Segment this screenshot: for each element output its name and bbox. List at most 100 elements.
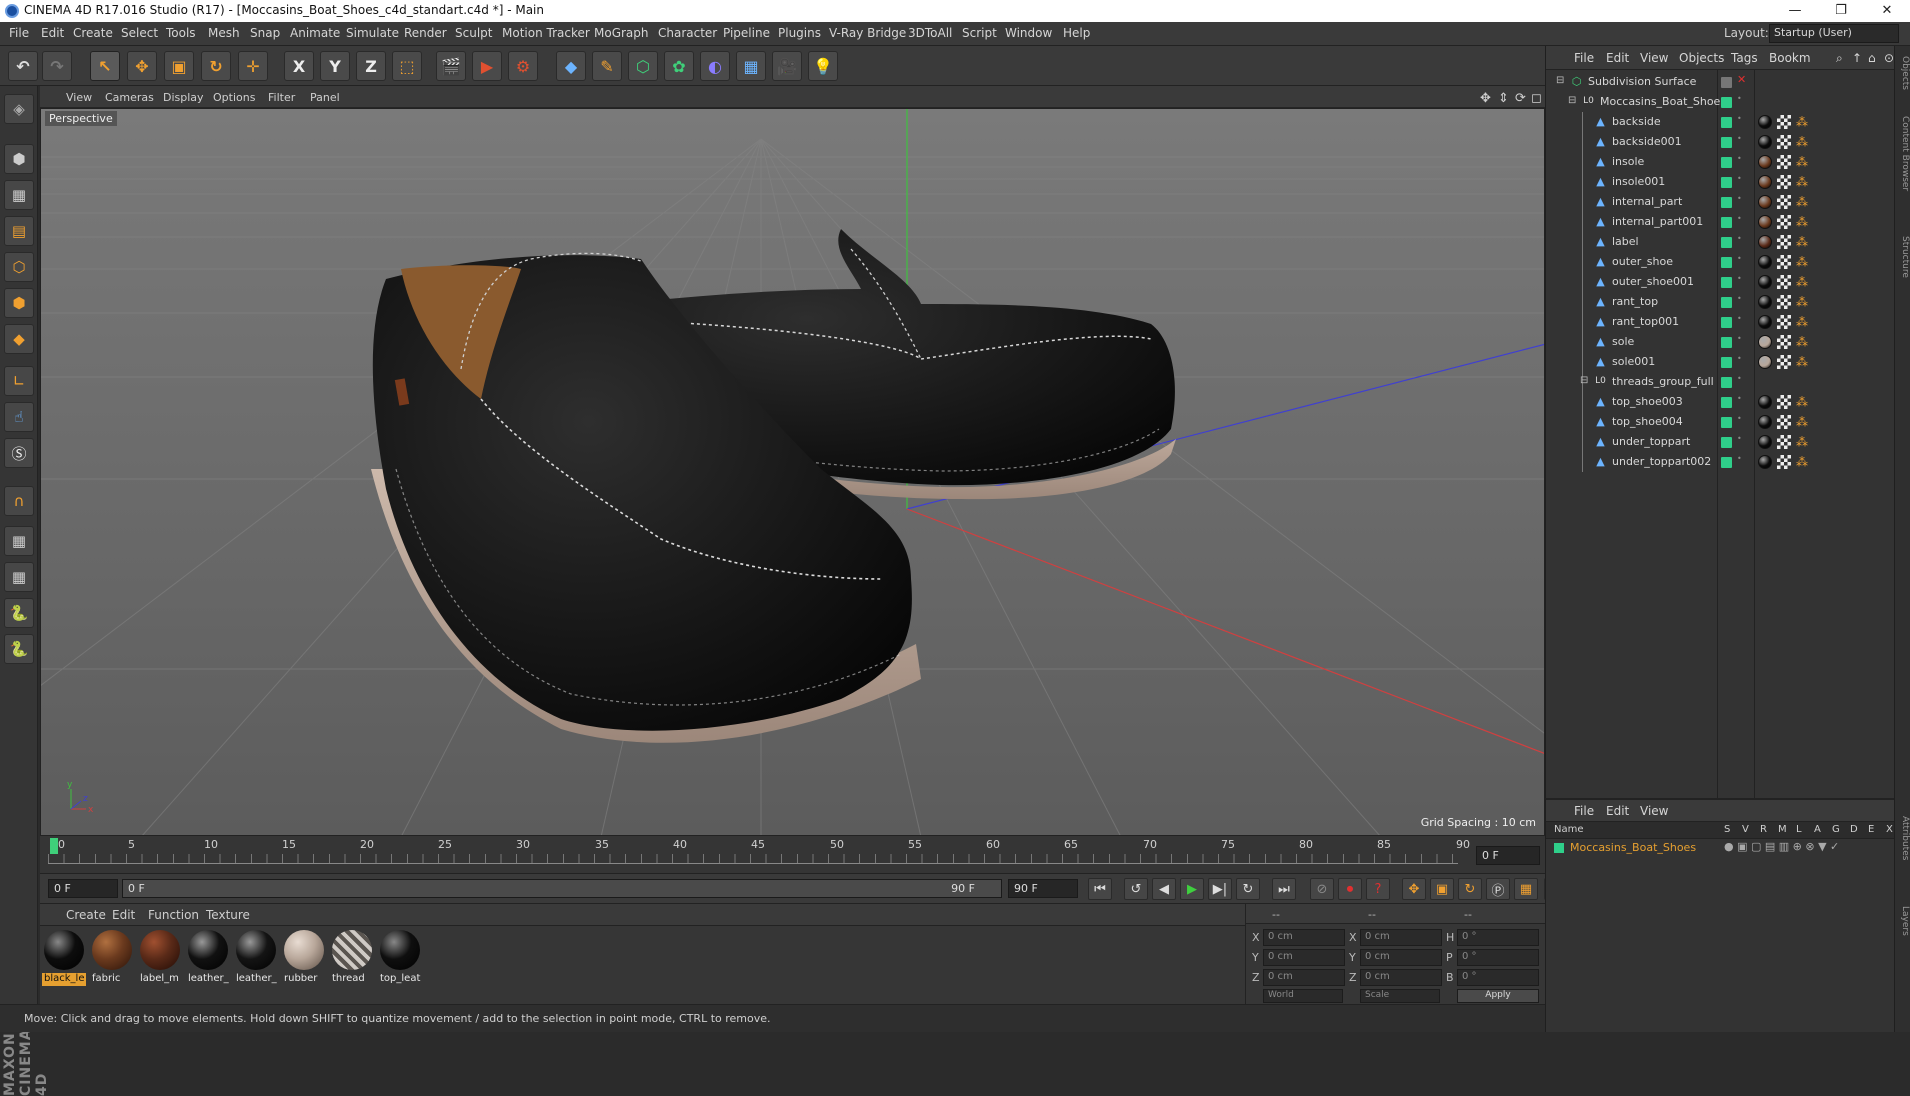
axis-mode-icon[interactable]: ∟ <box>4 366 34 396</box>
material-tag-icon[interactable] <box>1758 255 1772 269</box>
layer-color-icon[interactable] <box>1721 217 1732 228</box>
side-tab-attributes[interactable]: Attributes <box>1896 816 1910 860</box>
texture-tag-icon[interactable] <box>1777 395 1791 409</box>
material-tag-icon[interactable] <box>1758 275 1772 289</box>
phong-tag-icon[interactable]: ⁂ <box>1796 456 1808 468</box>
layer-color-icon[interactable] <box>1721 417 1732 428</box>
menu-create[interactable]: Create <box>73 26 113 40</box>
objects-filter-icon[interactable]: ⊙ <box>1884 51 1894 65</box>
coord-mode-world-select[interactable]: World <box>1263 989 1343 1003</box>
menu-window[interactable]: Window <box>1005 26 1052 40</box>
texture-tag-icon[interactable] <box>1777 255 1791 269</box>
menu-mograph[interactable]: MoGraph <box>594 26 649 40</box>
previous-key-icon[interactable]: ↺ <box>1124 878 1148 900</box>
object-row[interactable]: ▲ backside001 • ⁂ <box>1546 132 1910 152</box>
material-tag-icon[interactable] <box>1758 455 1772 469</box>
object-row[interactable]: ▲ insole • ⁂ <box>1546 152 1910 172</box>
objects-home-icon[interactable]: ⌂ <box>1868 51 1876 65</box>
texture-tag-icon[interactable] <box>1777 215 1791 229</box>
objects-menu-file[interactable]: File <box>1574 51 1594 65</box>
edges-mode-icon[interactable]: ⬢ <box>4 288 34 318</box>
start-frame-field[interactable]: 0 F <box>48 879 118 898</box>
menu-vray-bridge[interactable]: V-Ray Bridge <box>829 26 906 40</box>
object-row[interactable]: ▲ under_toppart002 • ⁂ <box>1546 452 1910 472</box>
material-tag-icon[interactable] <box>1758 315 1772 329</box>
menu-help[interactable]: Help <box>1063 26 1090 40</box>
objects-search-icon[interactable]: ⌕ <box>1836 51 1843 66</box>
viewport-camera-label[interactable]: Perspective <box>45 111 117 126</box>
layer-toggle-icons[interactable]: ● ▣ ▢ ▤ ▥ ⊕ ⊗ ▼ ✓ <box>1724 840 1839 853</box>
world-coordinate-icon[interactable]: ⬚ <box>392 51 422 81</box>
texture-tag-icon[interactable] <box>1777 415 1791 429</box>
viewport-menu-display[interactable]: Display <box>163 91 204 104</box>
axis-z-lock-button[interactable]: Z <box>356 51 386 81</box>
material-menu-edit[interactable]: Edit <box>112 908 135 922</box>
object-row[interactable]: ⬡Subdivision Surface•✕⊟ <box>1546 72 1910 92</box>
layer-color-icon[interactable] <box>1721 337 1732 348</box>
rotation-h-field[interactable]: 0 ° <box>1457 929 1539 946</box>
material-swatch[interactable]: leather_ <box>234 929 278 985</box>
points-mode-icon[interactable]: ⬡ <box>4 252 34 282</box>
layers-menu-file[interactable]: File <box>1574 804 1594 818</box>
phong-tag-icon[interactable]: ⁂ <box>1796 256 1808 268</box>
texture-mode-icon[interactable]: ▦ <box>4 180 34 210</box>
objects-menu-objects[interactable]: Objects <box>1679 51 1724 65</box>
objects-menu-view[interactable]: View <box>1640 51 1668 65</box>
material-swatch[interactable]: leather_ <box>186 929 230 985</box>
texture-tag-icon[interactable] <box>1777 455 1791 469</box>
visibility-dots-icon[interactable]: • <box>1737 315 1742 329</box>
playhead-marker[interactable] <box>50 838 58 854</box>
maximize-button[interactable]: ❐ <box>1818 0 1864 22</box>
viewport-menu-panel[interactable]: Panel <box>310 91 340 104</box>
transform-tool-icon[interactable]: ✛ <box>238 51 268 81</box>
menu-pipeline[interactable]: Pipeline <box>723 26 770 40</box>
redo-icon[interactable]: ↷ <box>42 51 72 81</box>
key-pla-icon[interactable]: ▦ <box>1514 878 1538 900</box>
layer-color-icon[interactable] <box>1721 397 1732 408</box>
move-tool-icon[interactable]: ✥ <box>127 51 157 81</box>
visibility-dots-icon[interactable]: • <box>1737 355 1742 369</box>
material-tag-icon[interactable] <box>1758 215 1772 229</box>
object-row[interactable]: ▲ internal_part • ⁂ <box>1546 192 1910 212</box>
frame-range-slider[interactable]: 0 F 90 F <box>122 879 1002 898</box>
objects-menu-edit[interactable]: Edit <box>1606 51 1629 65</box>
menu-3dtoall[interactable]: 3DToAll <box>908 26 952 40</box>
visibility-dots-icon[interactable]: • <box>1737 215 1742 229</box>
menu-plugins[interactable]: Plugins <box>778 26 821 40</box>
size-y-field[interactable]: 0 cm <box>1360 949 1442 966</box>
menu-character[interactable]: Character <box>658 26 717 40</box>
render-settings-icon[interactable]: ⚙ <box>508 51 538 81</box>
phong-tag-icon[interactable]: ⁂ <box>1796 356 1808 368</box>
object-row[interactable]: ▲ outer_shoe001 • ⁂ <box>1546 272 1910 292</box>
object-row[interactable]: ▲ outer_shoe • ⁂ <box>1546 252 1910 272</box>
layer-color-icon[interactable] <box>1721 197 1732 208</box>
texture-tag-icon[interactable] <box>1777 115 1791 129</box>
live-selection-icon[interactable]: ↖ <box>90 51 120 81</box>
side-tab-structure[interactable]: Structure <box>1896 236 1910 278</box>
menu-motion-tracker[interactable]: Motion Tracker <box>502 26 590 40</box>
texture-tag-icon[interactable] <box>1777 435 1791 449</box>
layer-color-icon[interactable] <box>1721 97 1732 108</box>
side-tab-layers[interactable]: Layers <box>1896 906 1910 936</box>
material-tag-icon[interactable] <box>1758 195 1772 209</box>
tweak-mode-icon[interactable]: ☝ <box>4 402 34 432</box>
viewport-maximize-icon[interactable]: ◻ <box>1531 91 1542 106</box>
layer-color-icon[interactable] <box>1721 317 1732 328</box>
visibility-dots-icon[interactable]: • <box>1737 95 1742 109</box>
coord-mode-scale-select[interactable]: Scale <box>1360 989 1440 1003</box>
python-script-2-icon[interactable]: 🐍 <box>4 634 34 664</box>
material-tag-icon[interactable] <box>1758 355 1772 369</box>
menu-script[interactable]: Script <box>962 26 997 40</box>
visibility-dots-icon[interactable]: • <box>1737 155 1742 169</box>
layer-color-icon[interactable] <box>1721 157 1732 168</box>
timeline-ruler[interactable]: 0 5 10 15 20 25 30 35 40 45 50 55 60 65 … <box>40 836 1545 874</box>
objects-up-icon[interactable]: ↑ <box>1852 51 1862 65</box>
make-editable-icon[interactable]: ◈ <box>4 94 34 124</box>
material-swatch[interactable]: black_le <box>42 929 86 986</box>
object-row[interactable]: ▲ rant_top001 • ⁂ <box>1546 312 1910 332</box>
layout-select[interactable]: Startup (User) <box>1769 24 1899 43</box>
polygons-mode-icon[interactable]: ◆ <box>4 324 34 354</box>
size-x-field[interactable]: 0 cm <box>1360 929 1442 946</box>
layer-color-icon[interactable] <box>1721 257 1732 268</box>
menu-render[interactable]: Render <box>404 26 447 40</box>
